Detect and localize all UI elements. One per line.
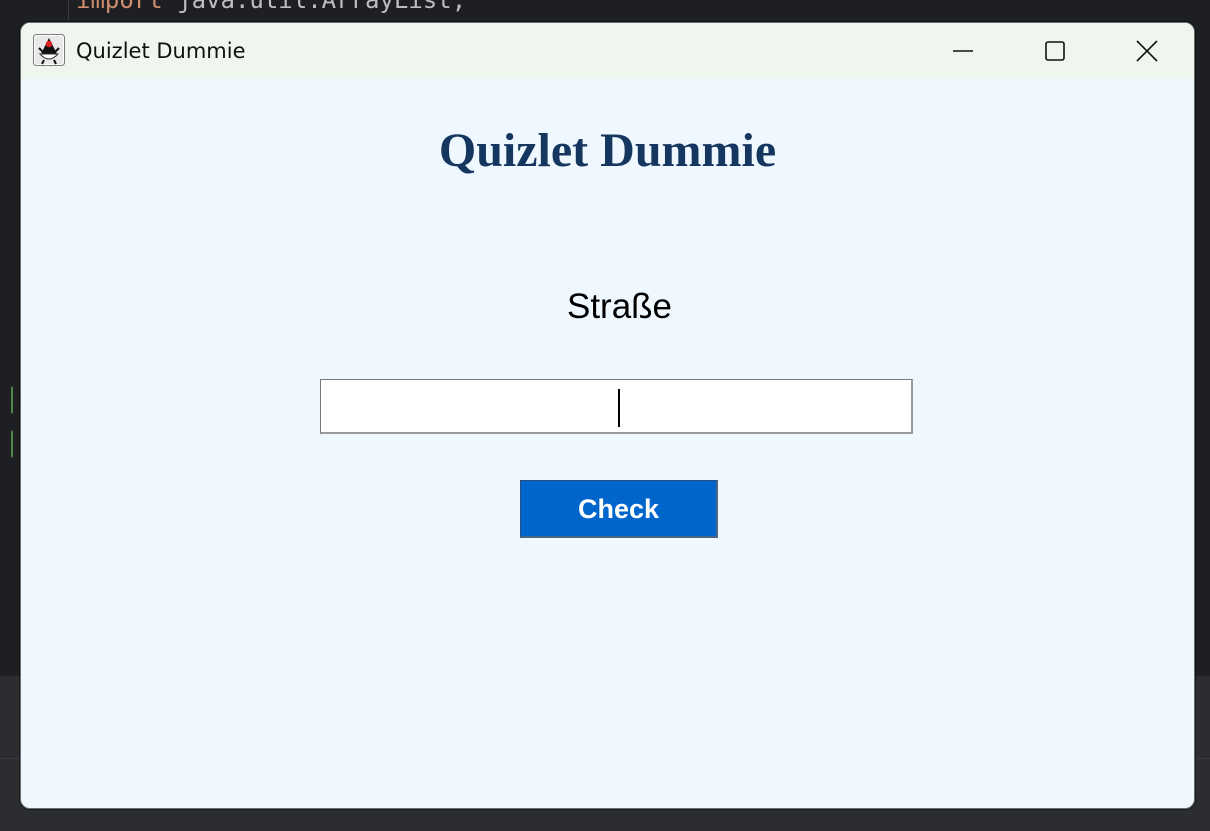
quiz-word-label: Straße: [566, 287, 673, 326]
code-line: import java.util.ArrayList;: [76, 0, 466, 14]
maximize-button[interactable]: [1009, 23, 1101, 79]
minimize-button[interactable]: [917, 23, 1009, 79]
java-duke-icon: [33, 34, 65, 66]
text-caret: [618, 389, 620, 427]
check-button[interactable]: Check: [520, 480, 718, 538]
code-text: java.util.ArrayList;: [162, 0, 467, 14]
gutter-divider: [68, 0, 69, 20]
close-button[interactable]: [1101, 23, 1193, 79]
page-title: Quizlet Dummie: [438, 124, 777, 177]
code-keyword: import: [76, 0, 163, 14]
minimize-icon: [953, 50, 973, 52]
maximize-icon: [1045, 41, 1065, 61]
title-bar[interactable]: Quizlet Dummie: [21, 23, 1194, 79]
close-icon: [1136, 40, 1158, 62]
window-title: Quizlet Dummie: [76, 39, 246, 63]
answer-input[interactable]: [320, 379, 913, 434]
quiz-window: Quizlet Dummie Quizlet Dummie Straße Che…: [20, 22, 1195, 809]
